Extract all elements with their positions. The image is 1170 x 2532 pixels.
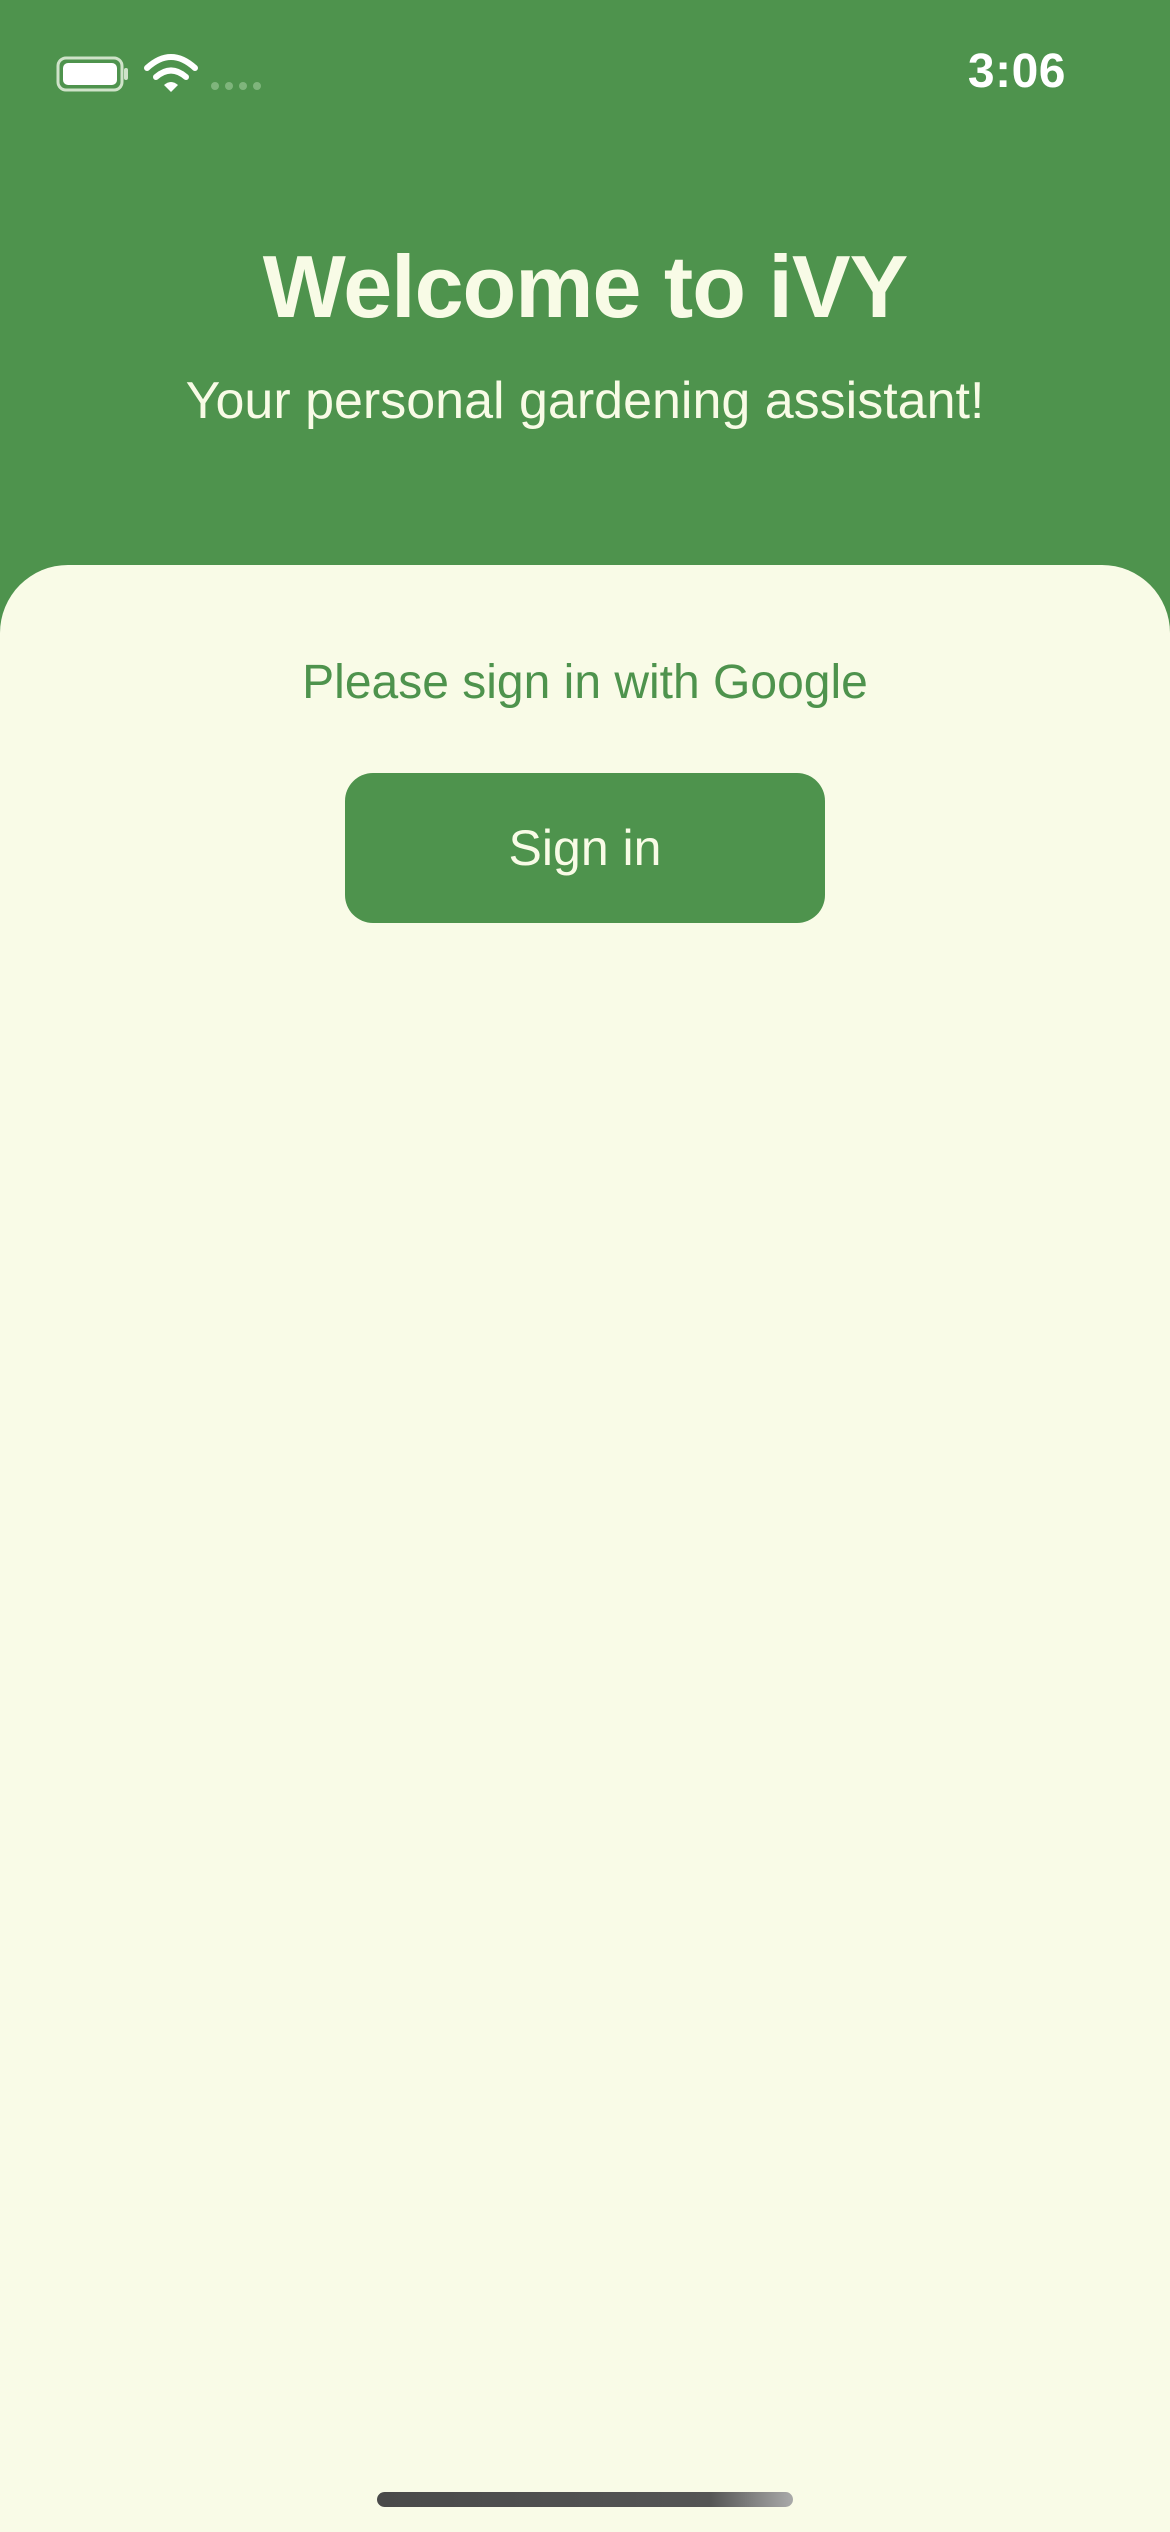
battery-icon (56, 56, 128, 92)
sign-in-button[interactable]: Sign in (345, 773, 825, 923)
page-subtitle: Your personal gardening assistant! (185, 372, 985, 430)
wifi-icon (144, 54, 198, 92)
home-indicator[interactable] (377, 2492, 793, 2507)
status-time: 3:06 (967, 45, 1066, 98)
welcome-header: Welcome to iVY Your personal gardening a… (0, 150, 1170, 570)
signal-dots-icon (211, 82, 261, 90)
sign-in-card: Please sign in with Google Sign in (0, 565, 1170, 2532)
status-bar: 3:06 (0, 0, 1170, 150)
page-title: Welcome to iVY (262, 237, 909, 336)
sign-in-prompt: Please sign in with Google (302, 656, 868, 709)
